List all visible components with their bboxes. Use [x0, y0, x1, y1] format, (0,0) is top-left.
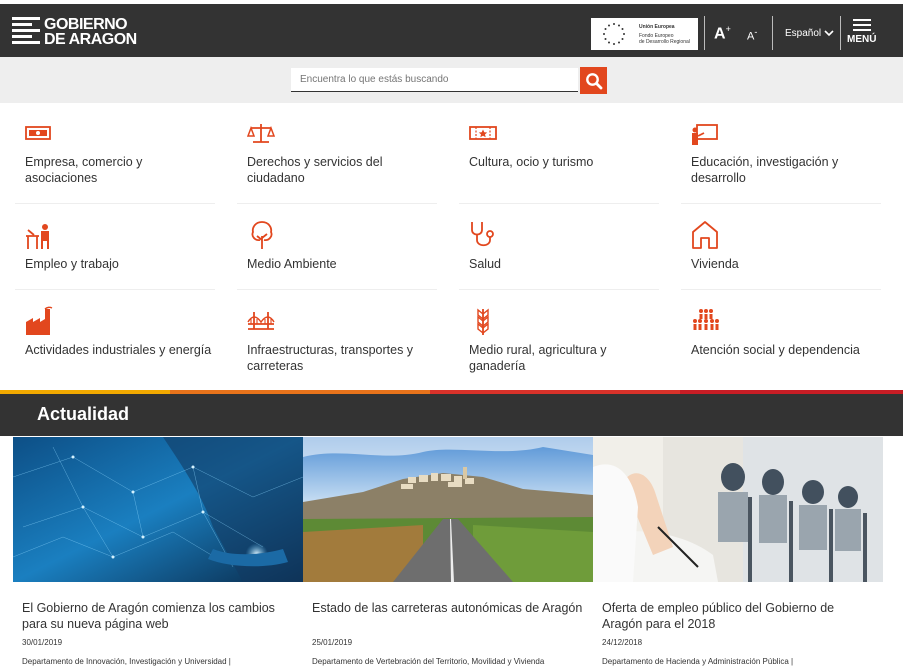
eu-line-1: Unión Europea [639, 23, 675, 30]
news-card[interactable]: Oferta de empleo público del Gobierno de… [593, 437, 883, 666]
search-field-wrapper [291, 68, 578, 92]
ticket-icon [469, 126, 497, 140]
logo-text: GOBIERNO DE ARAGON [44, 16, 137, 48]
logo-line-1: GOBIERNO [44, 16, 128, 33]
category-vivienda[interactable]: Vivienda [681, 214, 881, 290]
menu-button[interactable]: MENÚ [847, 19, 876, 45]
tree-icon [251, 221, 273, 249]
category-empresa[interactable]: Empresa, comercio y asociaciones [15, 112, 215, 204]
eu-flag-icon [591, 18, 637, 50]
eu-text: Unión Europea Fondo Europeo de Desarroll… [637, 24, 690, 45]
category-label: Medio Ambiente [247, 257, 337, 271]
category-label: Empresa, comercio y asociaciones [25, 155, 143, 185]
chevron-down-icon [824, 30, 834, 37]
category-label: Salud [469, 257, 501, 271]
category-label: Infraestructuras, transportes y carreter… [247, 343, 414, 373]
category-educacion[interactable]: Educación, investigación y desarrollo [681, 112, 881, 204]
house-icon [692, 221, 718, 249]
eu-line-3: de Desarrollo Regional [639, 38, 690, 45]
news-department[interactable]: Departamento de Hacienda y Administració… [602, 657, 793, 666]
category-cultura[interactable]: Cultura, ocio y turismo [459, 112, 659, 204]
news-image-exam-room[interactable] [593, 437, 883, 582]
header-divider [840, 16, 841, 50]
category-label: Medio rural, agricultura y ganadería [469, 343, 607, 373]
hamburger-icon [847, 19, 876, 31]
site-header: GOBIERNO DE ARAGON Unión Europea Fondo E… [0, 4, 903, 57]
menu-label: MENÚ [847, 34, 877, 45]
money-icon [25, 126, 51, 140]
news-date: 30/01/2019 [22, 638, 63, 647]
news-title[interactable]: Oferta de empleo público del Gobierno de… [602, 600, 877, 632]
category-label: Empleo y trabajo [25, 257, 119, 271]
font-increase-label: A [714, 25, 726, 43]
font-increase-button[interactable]: A+ [714, 24, 731, 43]
news-image-digital-network[interactable] [13, 437, 303, 582]
news-date: 25/01/2019 [312, 638, 353, 647]
wheat-icon [477, 308, 489, 335]
font-decrease-button[interactable]: A- [747, 27, 757, 43]
news-card[interactable]: Estado de las carreteras autonómicas de … [303, 437, 593, 666]
language-selector[interactable]: Español [785, 28, 834, 39]
search-icon [585, 72, 602, 89]
category-label: Educación, investigación y desarrollo [691, 155, 839, 185]
logo-line-2: DE ARAGON [44, 31, 137, 48]
news-department[interactable]: Departamento de Vertebración del Territo… [312, 657, 544, 666]
news-image-road-village[interactable] [303, 437, 593, 582]
news-section-title: Actualidad [37, 404, 130, 424]
category-label: Derechos y servicios del ciudadano [247, 155, 383, 185]
news-section-header: Actualidad [0, 394, 903, 436]
logo-mark-icon [12, 17, 40, 47]
gobierno-aragon-logo[interactable]: GOBIERNO DE ARAGON [12, 15, 137, 49]
category-label: Actividades industriales y energía [25, 343, 212, 357]
news-title[interactable]: El Gobierno de Aragón comienza los cambi… [22, 600, 297, 632]
scales-icon [247, 124, 275, 143]
search-button[interactable] [580, 67, 607, 94]
people-group-icon [693, 309, 719, 330]
factory-icon [26, 306, 53, 335]
category-atencion-social[interactable]: Atención social y dependencia [681, 300, 881, 388]
category-derechos[interactable]: Derechos y servicios del ciudadano [237, 112, 437, 204]
category-infraestructuras[interactable]: Infraestructuras, transportes y carreter… [237, 300, 437, 388]
category-empleo[interactable]: Empleo y trabajo [15, 214, 215, 290]
worker-desk-icon [26, 224, 49, 249]
search-bar [0, 57, 903, 103]
category-label: Cultura, ocio y turismo [469, 155, 594, 169]
news-card[interactable]: El Gobierno de Aragón comienza los cambi… [13, 437, 303, 666]
language-label: Español [785, 28, 822, 39]
news-department[interactable]: Departamento de Innovación, Investigació… [22, 657, 231, 666]
category-salud[interactable]: Salud [459, 214, 659, 290]
blackboard-icon [692, 124, 718, 145]
category-medio-rural[interactable]: Medio rural, agricultura y ganadería [459, 300, 659, 388]
category-industria[interactable]: Actividades industriales y energía [15, 300, 215, 388]
search-input[interactable] [291, 68, 578, 91]
category-label: Atención social y dependencia [691, 343, 860, 357]
eu-feder-badge[interactable]: Unión Europea Fondo Europeo de Desarroll… [591, 18, 698, 50]
category-label: Vivienda [691, 257, 739, 271]
bridge-icon [247, 312, 275, 330]
header-divider [704, 16, 705, 50]
stethoscope-icon [471, 222, 494, 247]
news-title[interactable]: Estado de las carreteras autonómicas de … [312, 600, 587, 616]
news-date: 24/12/2018 [602, 638, 643, 647]
category-medio-ambiente[interactable]: Medio Ambiente [237, 214, 437, 290]
header-divider [772, 16, 773, 50]
